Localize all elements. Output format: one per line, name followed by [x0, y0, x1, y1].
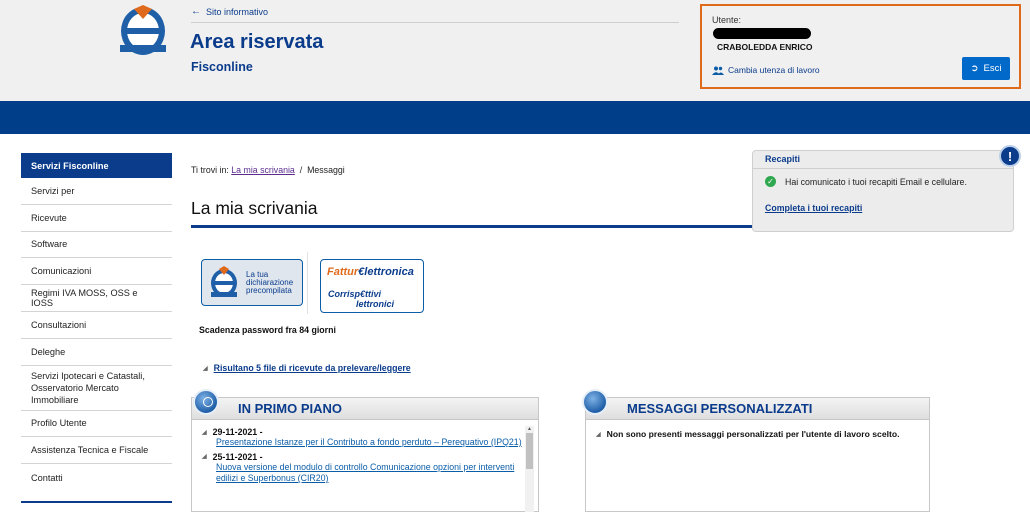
scroll-thumb[interactable]: [526, 433, 533, 469]
news-date: ◢ 29-11-2021 -: [202, 427, 524, 437]
exit-label: Esci: [983, 63, 1002, 74]
users-icon: [712, 66, 724, 75]
fatturazione-elettronica-banner[interactable]: Fattur€lettronica Corrisp€ttivi lettroni…: [320, 259, 424, 313]
chat-bubble-icon: [582, 389, 608, 415]
news-date: ◢ 25-11-2021 -: [202, 452, 524, 462]
header: ← Sito informativo Area riservata Fiscon…: [0, 0, 1030, 101]
triangle-bullet-icon: ◢: [202, 429, 207, 436]
corrisp-part3: lettronici: [356, 299, 395, 309]
fattura-part2: lettronica: [364, 266, 414, 278]
news-list: ◢ 29-11-2021 - Presentazione Istanze per …: [202, 427, 524, 488]
title-rule: [191, 225, 752, 228]
sidebar-item-deleghe[interactable]: Deleghe: [21, 339, 172, 366]
sidebar: Servizi Fisconline Servizi per Ricevute …: [21, 153, 172, 503]
page-title: La mia scrivania: [191, 198, 318, 218]
app-subtitle: Fisconline: [191, 60, 253, 74]
check-circle-icon: ✓: [765, 176, 776, 187]
messaggi-title: MESSAGGI PERSONALIZZATI: [586, 398, 929, 420]
breadcrumb-separator: /: [299, 165, 303, 175]
sidebar-item-servizi-per[interactable]: Servizi per: [21, 178, 172, 205]
recapiti-box: Recapiti ✓ Hai comunicato i tuoi recapit…: [752, 150, 1014, 232]
user-name: CRABOLEDDA ENRICO: [717, 42, 813, 52]
user-label: Utente:: [712, 15, 742, 25]
no-messages-label: Non sono presenti messaggi personalizzat…: [606, 429, 900, 439]
receipts-link-label: Risultano 5 file di ricevute da prelevar…: [213, 363, 411, 373]
arrow-left-icon: ←: [191, 6, 201, 17]
completa-recapiti-link[interactable]: Completa i tuoi recapiti: [765, 203, 862, 213]
news-link[interactable]: Presentazione Istanze per il Contributo …: [202, 437, 524, 449]
news-date-text: 25-11-2021 -: [212, 451, 263, 462]
triangle-bullet-icon: ◢: [202, 454, 207, 460]
change-user-label: Cambia utenza di lavoro: [728, 65, 820, 75]
primo-piano-panel: IN PRIMO PIANO ◢ 29-11-2021 - Presentazio…: [191, 397, 539, 512]
agenzia-entrate-logo-small: [211, 266, 237, 297]
triangle-bullet-icon: ◢: [203, 365, 208, 372]
exclamation-icon: !: [999, 145, 1021, 167]
sidebar-item-profilo-utente[interactable]: Profilo Utente: [21, 411, 172, 438]
breadcrumb-current: Messaggi: [307, 165, 345, 175]
back-link-label: Sito informativo: [206, 6, 269, 17]
recapiti-message: ✓ Hai comunicato i tuoi recapiti Email e…: [765, 176, 967, 187]
fattura-part1: Fattur: [327, 266, 359, 278]
banner-separator: [307, 252, 308, 314]
corrisp-part1: Corrisp: [328, 289, 361, 299]
precompilata-line3: precompilata: [246, 286, 292, 295]
corrispettivi-text: Corrisp€ttivi lettronici: [328, 289, 394, 309]
news-scrollbar[interactable]: ▲: [525, 426, 534, 512]
sidebar-item-assistenza[interactable]: Assistenza Tecnica e Fiscale: [21, 437, 172, 465]
app-title: Area riservata: [190, 31, 324, 53]
agenzia-entrate-logo[interactable]: [112, 5, 174, 57]
sidebar-item-servizi-ipotecari[interactable]: Servizi Ipotecari e Catastali, Osservato…: [21, 366, 172, 411]
messaggi-panel: MESSAGGI PERSONALIZZATI ◢ Non sono prese…: [585, 397, 930, 512]
sidebar-item-regimi-iva[interactable]: Regimi IVA MOSS, OSS e IOSS: [21, 285, 172, 312]
exit-button[interactable]: ➲ Esci: [962, 57, 1010, 80]
sidebar-item-contatti[interactable]: Contatti: [21, 464, 172, 491]
breadcrumb: Ti trovi in: La mia scrivania / Messaggi: [191, 165, 345, 175]
news-link[interactable]: Nuova versione del modulo di controllo C…: [202, 462, 524, 485]
primo-piano-title: IN PRIMO PIANO: [192, 398, 538, 420]
sidebar-item-servizi-fisconline[interactable]: Servizi Fisconline: [21, 153, 172, 178]
recapiti-message-text: Hai comunicato i tuoi recapiti Email e c…: [785, 176, 967, 187]
nav-band: [0, 101, 1030, 134]
redacted-block: [713, 28, 811, 39]
no-messages-text: ◢ Non sono presenti messaggi personalizz…: [596, 429, 900, 439]
sidebar-item-consultazioni[interactable]: Consultazioni: [21, 312, 172, 339]
triangle-bullet-icon: ◢: [596, 431, 601, 438]
logout-icon: ➲: [970, 63, 979, 74]
sito-informativo-link[interactable]: ← Sito informativo: [191, 6, 268, 17]
receipts-link[interactable]: ◢ Risultano 5 file di ricevute da prelev…: [203, 363, 411, 373]
fattura-elettronica-text: Fattur€lettronica: [327, 266, 414, 278]
recapiti-title: Recapiti: [753, 151, 1013, 169]
precompilata-text: La tua dichiarazione precompilata: [246, 271, 293, 295]
breadcrumb-prefix: Ti trovi in:: [191, 165, 229, 175]
sidebar-item-ricevute[interactable]: Ricevute: [21, 205, 172, 232]
breadcrumb-link[interactable]: La mia scrivania: [231, 165, 295, 175]
sidebar-end-rule: [21, 500, 172, 503]
password-expiry-note: Scadenza password fra 84 giorni: [199, 325, 336, 335]
news-date-text: 29-11-2021 -: [212, 427, 263, 437]
precompilata-banner[interactable]: La tua dichiarazione precompilata: [201, 259, 303, 306]
header-divider: [191, 22, 679, 23]
corrisp-part2: ttivi: [365, 289, 382, 299]
sidebar-item-comunicazioni[interactable]: Comunicazioni: [21, 258, 172, 286]
user-box: Utente: CRABOLEDDA ENRICO Cambia utenza …: [700, 4, 1021, 89]
sidebar-item-software[interactable]: Software: [21, 232, 172, 259]
scroll-up-icon[interactable]: ▲: [525, 426, 534, 432]
clock-icon: [193, 389, 219, 415]
change-user-link[interactable]: Cambia utenza di lavoro: [712, 65, 820, 75]
